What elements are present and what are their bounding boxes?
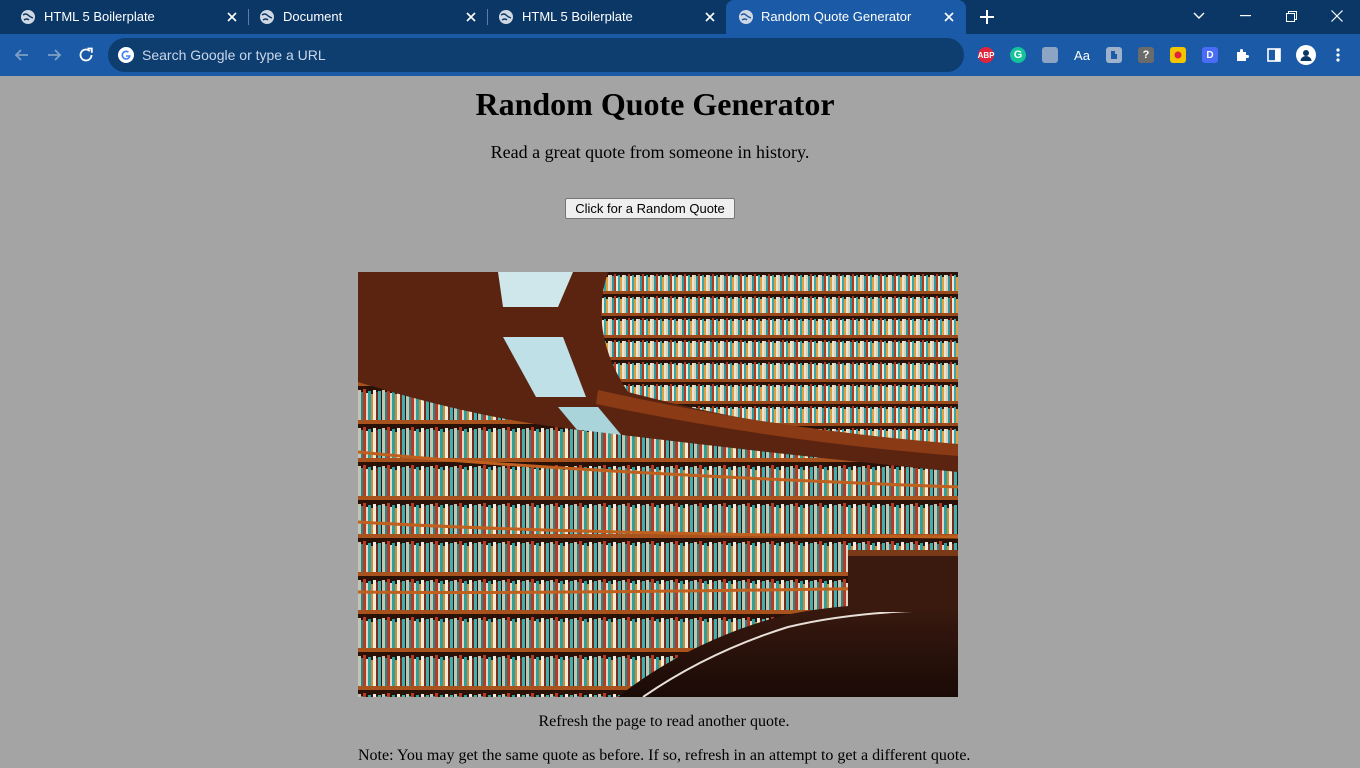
close-tab-icon[interactable]	[941, 9, 957, 25]
page-content: Random Quote Generator Read a great quot…	[0, 76, 1360, 768]
tab-html5-boilerplate-1[interactable]: HTML 5 Boilerplate	[0, 0, 248, 34]
profile-avatar-icon[interactable]	[1296, 45, 1316, 65]
tab-random-quote-generator[interactable]: Random Quote Generator	[726, 0, 966, 34]
globe-icon	[260, 10, 274, 24]
extension-yellow-icon[interactable]	[1170, 47, 1186, 63]
restore-button[interactable]	[1268, 0, 1314, 32]
random-quote-button[interactable]: Click for a Random Quote	[565, 198, 735, 219]
minimize-icon	[1239, 15, 1251, 17]
tab-strip: HTML 5 Boilerplate Document HTML 5 Boile…	[0, 0, 1360, 34]
address-bar-placeholder: Search Google or type a URL	[142, 47, 326, 63]
restore-icon	[1285, 10, 1297, 22]
globe-icon	[499, 10, 513, 24]
back-button[interactable]	[10, 43, 34, 67]
close-tab-icon[interactable]	[702, 9, 718, 25]
reload-icon	[79, 47, 93, 62]
tab-title: HTML 5 Boilerplate	[44, 9, 155, 24]
tab-title: HTML 5 Boilerplate	[522, 9, 633, 24]
tab-html5-boilerplate-2[interactable]: HTML 5 Boilerplate	[478, 0, 726, 34]
minimize-button[interactable]	[1222, 0, 1268, 32]
extension-square-icon[interactable]	[1042, 47, 1058, 63]
tab-title: Random Quote Generator	[761, 9, 912, 24]
question-icon[interactable]: ?	[1138, 47, 1154, 63]
google-icon	[118, 47, 134, 63]
more-menu-icon[interactable]	[1330, 47, 1346, 63]
extensions-puzzle-icon[interactable]	[1234, 47, 1250, 63]
globe-icon	[739, 10, 753, 24]
adblock-plus-icon[interactable]: ABP	[978, 47, 994, 63]
plus-icon	[980, 10, 994, 24]
new-tab-button[interactable]	[977, 7, 997, 27]
tab-search-button[interactable]	[1176, 0, 1222, 32]
address-bar[interactable]: Search Google or type a URL	[108, 38, 964, 72]
note-text: Note: You may get the same quote as befo…	[358, 747, 971, 764]
tab-title: Document	[283, 9, 343, 24]
tab-document[interactable]: Document	[239, 0, 487, 34]
browser-toolbar: Search Google or type a URL ABP G Aa ? D	[0, 34, 1360, 76]
library-bookshelves-illustration	[358, 272, 958, 697]
reload-button[interactable]	[74, 43, 98, 67]
grammarly-icon[interactable]: G	[1010, 47, 1026, 63]
close-icon	[1331, 10, 1343, 22]
refresh-instruction: Refresh the page to read another quote.	[538, 713, 790, 730]
forward-button[interactable]	[42, 43, 66, 67]
close-tab-icon[interactable]	[224, 9, 240, 25]
arrow-left-icon	[14, 49, 28, 61]
arrow-right-icon	[48, 49, 62, 61]
page-subtitle: Read a great quote from someone in histo…	[490, 142, 810, 162]
side-panel-icon[interactable]	[1266, 47, 1282, 63]
font-aa-icon[interactable]: Aa	[1074, 47, 1090, 63]
close-window-button[interactable]	[1314, 0, 1360, 32]
d-extension-icon[interactable]: D	[1202, 47, 1218, 63]
library-image	[358, 272, 958, 697]
chevron-down-icon	[1193, 12, 1205, 19]
globe-icon	[21, 10, 35, 24]
extension-puzzle-icon[interactable]	[1106, 47, 1122, 63]
close-tab-icon[interactable]	[463, 9, 479, 25]
page-title: Random Quote Generator	[475, 86, 835, 122]
